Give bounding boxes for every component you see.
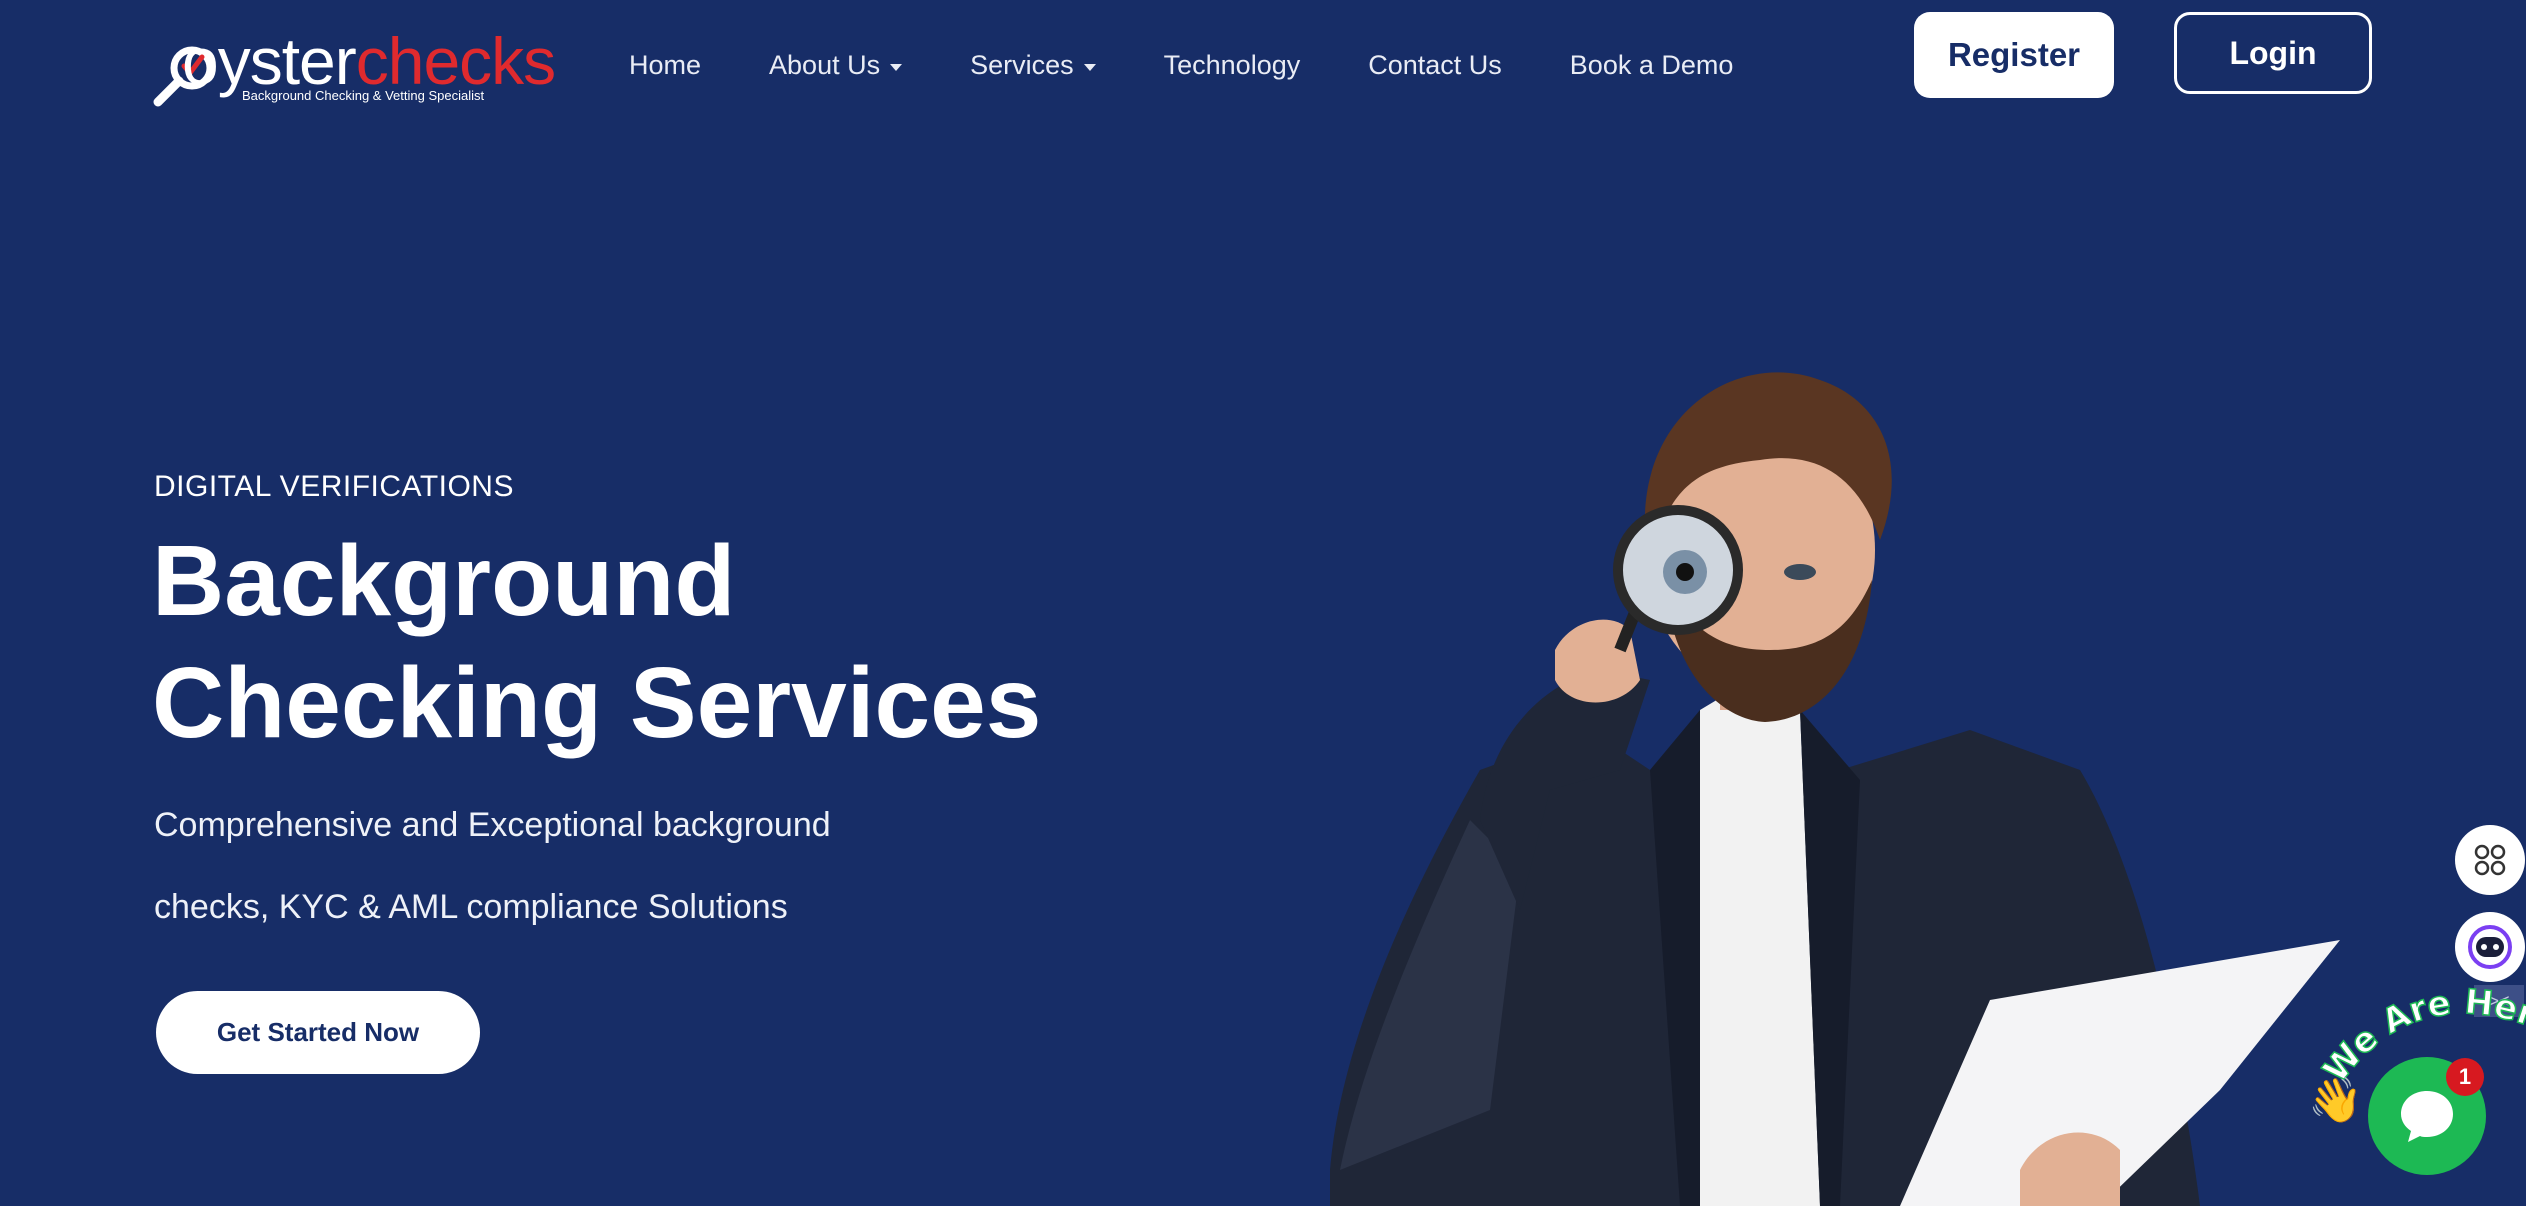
nav-about-us-label: About Us <box>769 50 881 80</box>
nav-home-label: Home <box>629 50 702 80</box>
nav-contact-us-label: Contact Us <box>1368 50 1502 80</box>
brand-wordmark: oysterchecks <box>182 24 556 98</box>
apps-grid-icon <box>2474 844 2506 876</box>
hero-subtitle-line1: Comprehensive and Exceptional background <box>154 806 831 844</box>
login-button[interactable]: Login <box>2174 12 2372 94</box>
brand-logo[interactable]: oysterchecks Background Checking & Vetti… <box>152 24 572 113</box>
brand-name-part2: checks <box>355 24 556 98</box>
caret-down-icon <box>890 63 903 71</box>
apps-grid-button[interactable] <box>2455 825 2525 895</box>
nav-home[interactable]: Home <box>629 50 701 81</box>
chat-notification-badge: 1 <box>2446 1058 2484 1096</box>
man-with-magnifying-glass-image <box>1330 372 2340 1206</box>
nav-services-label: Services <box>970 50 1074 80</box>
register-button[interactable]: Register <box>1914 12 2114 98</box>
nav-services[interactable]: Services <box>970 50 1096 81</box>
nav-contact-us[interactable]: Contact Us <box>1368 50 1502 81</box>
nav-technology-label: Technology <box>1163 50 1301 80</box>
nav-book-a-demo-label: Book a Demo <box>1569 50 1734 80</box>
waving-hand-icon: 👋 <box>2308 1076 2363 1125</box>
caret-down-icon <box>1083 63 1096 71</box>
bot-face-icon <box>2468 925 2512 969</box>
hero-title-line2: Checking Services <box>152 647 1042 759</box>
main-nav: Home About Us Services Technology Contac… <box>629 50 1801 81</box>
brand-name-part1: oyster <box>182 24 357 98</box>
brand-tagline: Background Checking & Vetting Specialist <box>242 88 485 103</box>
nav-technology[interactable]: Technology <box>1164 50 1301 81</box>
nav-about-us[interactable]: About Us <box>769 50 903 81</box>
get-started-button[interactable]: Get Started Now <box>156 991 480 1074</box>
hero-title: Background Checking Services <box>152 520 1041 764</box>
chat-bubble-icon <box>2401 1091 2453 1142</box>
hero-title-line1: Background <box>152 525 736 637</box>
assistant-button[interactable] <box>2455 912 2525 982</box>
hero-subtitle-line2: checks, KYC & AML compliance Solutions <box>154 888 788 926</box>
hero-eyebrow: DIGITAL VERIFICATIONS <box>154 470 514 503</box>
nav-book-a-demo[interactable]: Book a Demo <box>1570 50 1734 81</box>
